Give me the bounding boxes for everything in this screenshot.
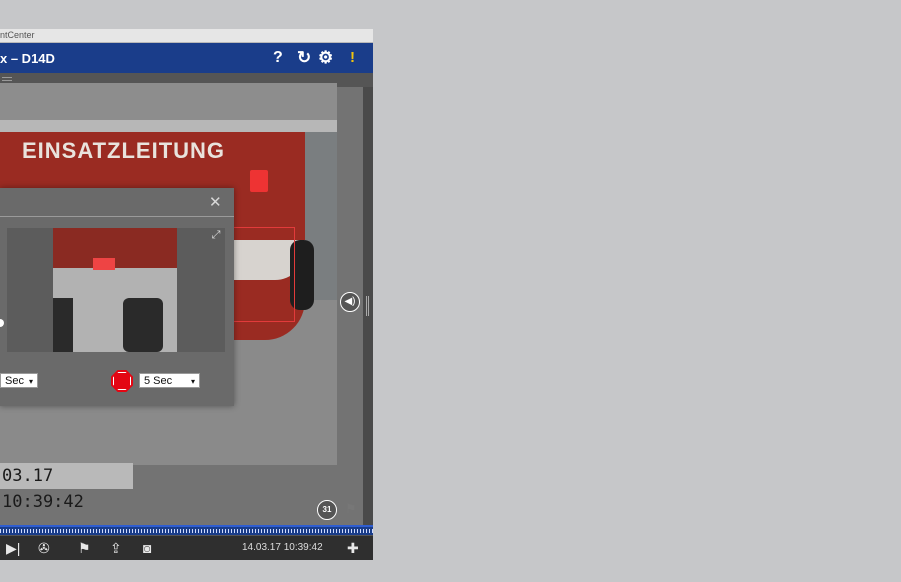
thumb-vehicle-body [53, 228, 177, 268]
menu-grip-icon[interactable] [2, 77, 12, 78]
pre-record-value: Sec [5, 375, 24, 387]
taillight [250, 170, 268, 192]
video-top-strip [0, 83, 337, 120]
vehicle-lettering: EINSATZLEITUNG [22, 138, 226, 163]
playback-toolbar: ▶| ✇ ⚑ ⇪ ◙ 14.03.17 10:39:42 ✚ [0, 535, 373, 560]
panel-resize-grip[interactable] [366, 296, 367, 316]
speaker-icon[interactable]: ◀) [340, 292, 360, 312]
window-titlebar: ntCenter [0, 29, 373, 43]
thumb-light [93, 258, 115, 270]
alarm-bell-icon[interactable]: ! [350, 49, 355, 67]
pre-record-select[interactable]: Sec ▾ [0, 373, 38, 388]
reload-icon[interactable]: ↻ [297, 49, 311, 67]
camera-header: x – D14D ? ↻ ⚙ ! [0, 43, 373, 73]
thumbnail-image [53, 228, 177, 352]
chevron-down-icon: ▾ [28, 377, 33, 386]
playback-time: 14.03.17 10:39:42 [242, 542, 323, 553]
flag-icon[interactable]: ⚑ [345, 501, 357, 517]
record-button[interactable] [111, 370, 133, 392]
chevron-down-icon: ▾ [190, 377, 195, 386]
camera-title: x – D14D [0, 51, 55, 66]
calendar-icon[interactable]: 31 [317, 500, 337, 520]
video-timestamp: 03.17 10:39:42 [0, 463, 133, 512]
right-scrollbar[interactable] [363, 87, 373, 532]
slider-knob[interactable] [0, 319, 4, 327]
event-panel: ✕ ⤢ Sec ▾ 5 Sec ▾ [0, 188, 234, 406]
panel-header: ✕ [0, 188, 234, 217]
film-reel-icon[interactable]: ✇ [38, 540, 50, 556]
window-title: ntCenter [0, 30, 35, 40]
event-thumbnail[interactable] [7, 228, 225, 352]
share-icon[interactable]: ⇪ [110, 540, 122, 556]
gear-icon[interactable]: ⚙ [318, 49, 333, 67]
detection-box[interactable] [233, 227, 295, 322]
help-icon[interactable]: ? [273, 49, 283, 67]
expand-icon[interactable]: ⤢ [210, 229, 222, 241]
step-forward-icon[interactable]: ▶| [6, 540, 20, 556]
thumb-tire-left [53, 298, 73, 352]
flag-icon[interactable]: ⚑ [78, 540, 91, 556]
vehicle-roof [0, 120, 337, 132]
post-record-select[interactable]: 5 Sec ▾ [139, 373, 200, 388]
close-icon[interactable]: ✕ [209, 193, 222, 211]
timeline-ticks [0, 529, 373, 533]
snapshot-icon[interactable]: ◙ [143, 540, 151, 556]
thumb-tire-right [123, 298, 163, 352]
timeline-bar[interactable] [0, 525, 373, 535]
pin-icon[interactable]: ✚ [347, 540, 359, 556]
post-record-value: 5 Sec [144, 375, 173, 387]
